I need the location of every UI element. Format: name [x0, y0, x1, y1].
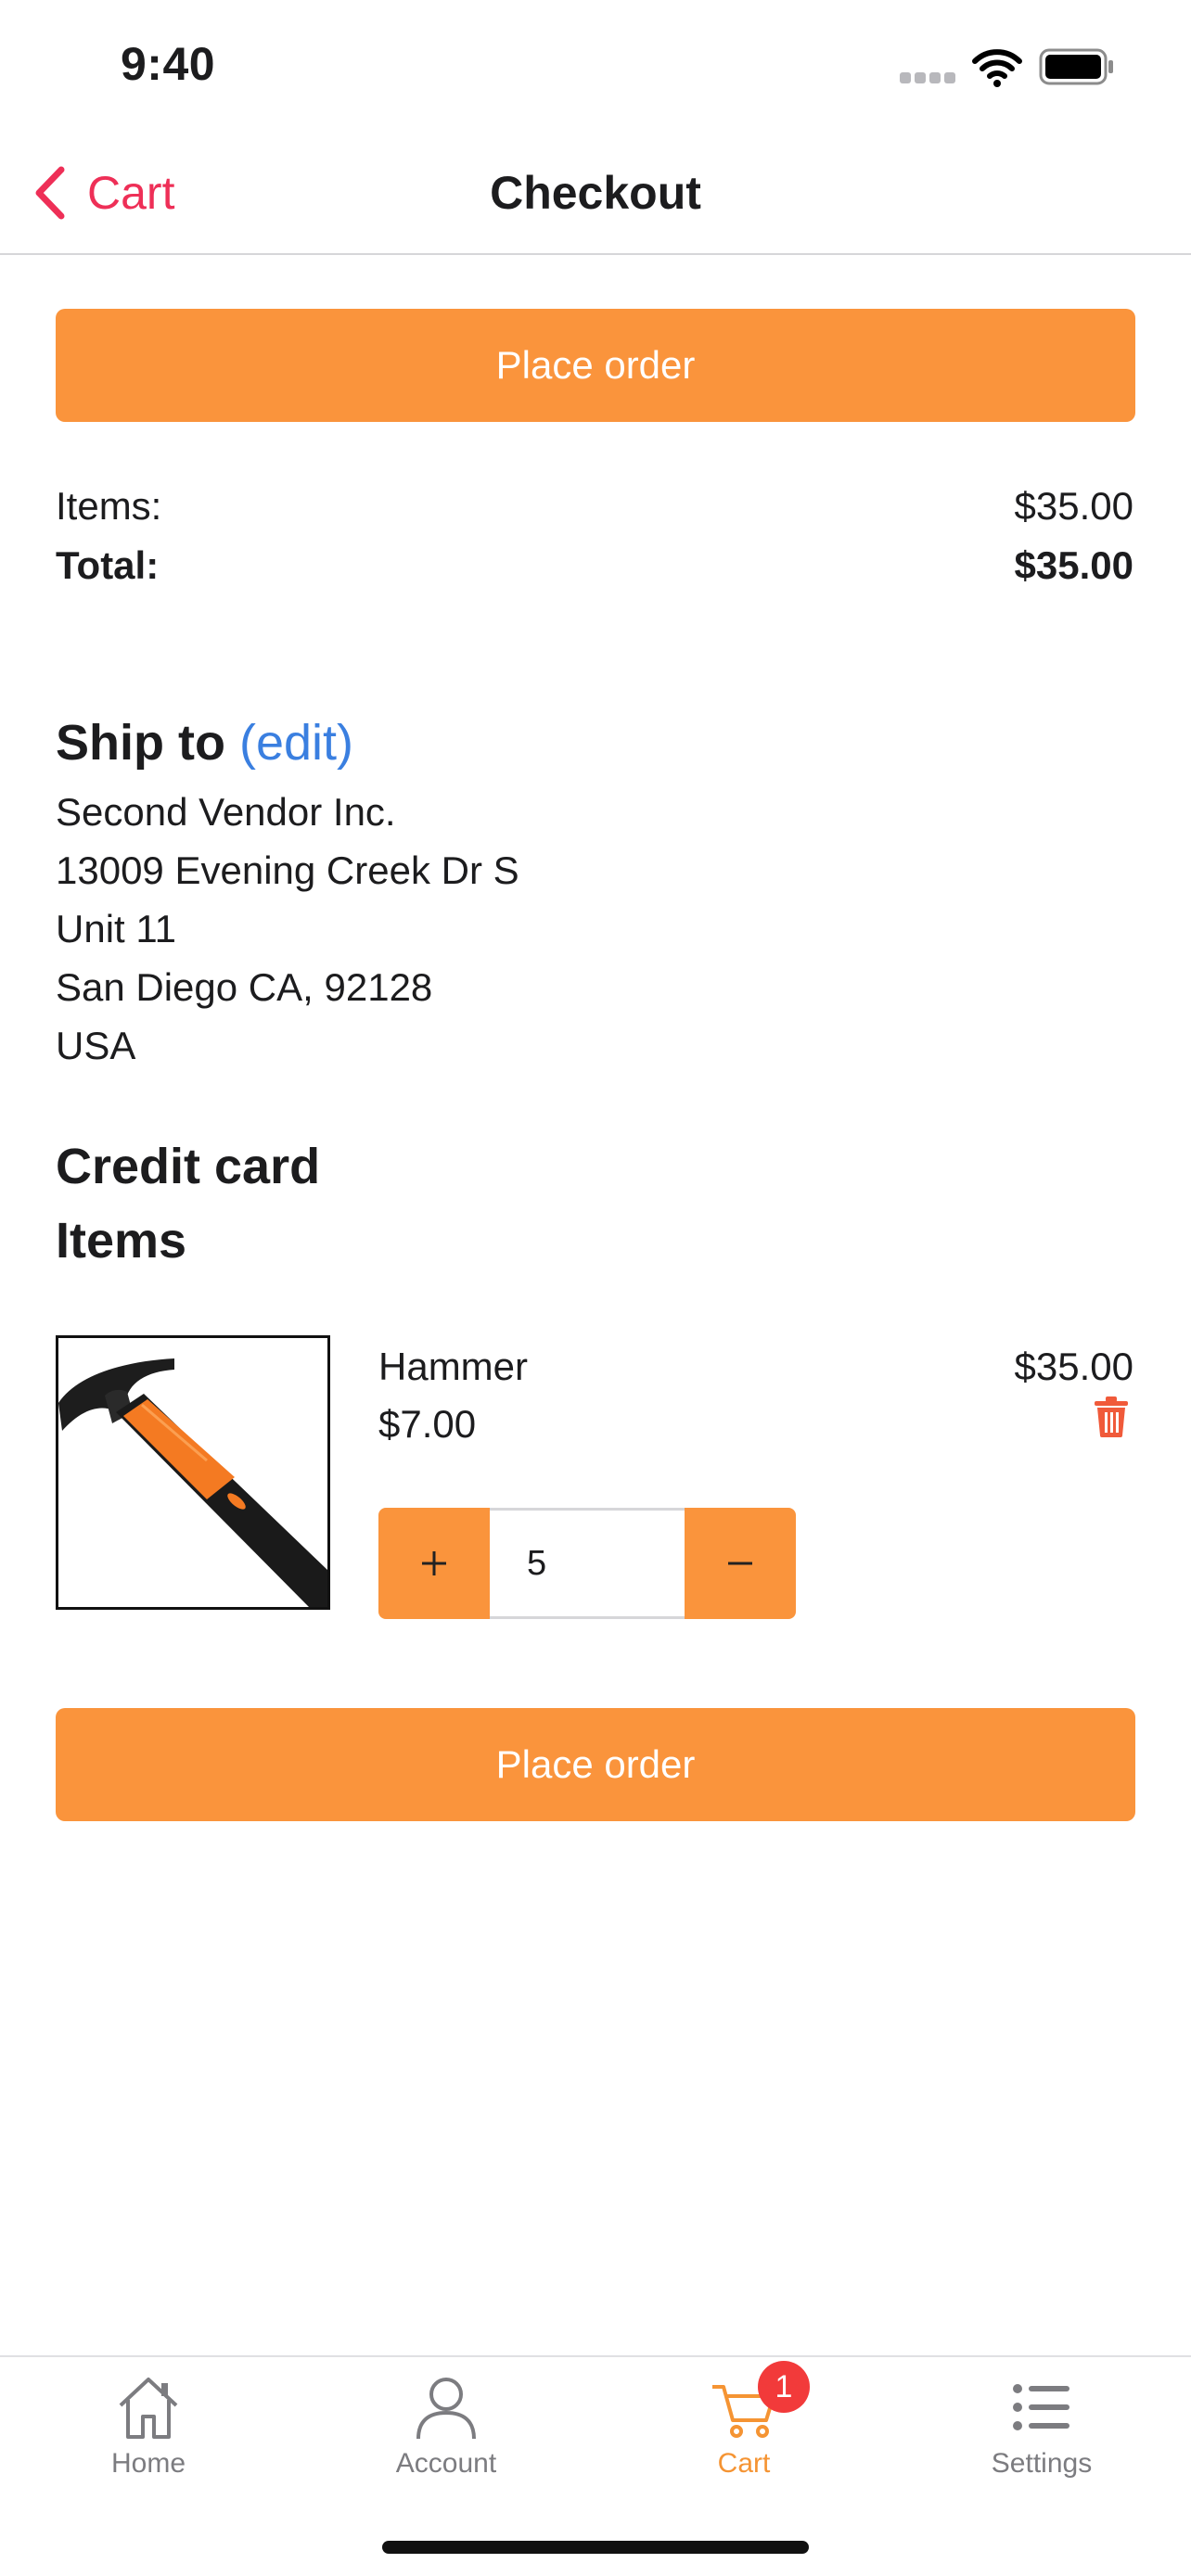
- person-icon: [416, 2378, 476, 2440]
- increment-button[interactable]: [378, 1508, 490, 1619]
- chevron-left-icon: [35, 166, 65, 220]
- house-icon: [119, 2378, 178, 2439]
- ship-to-title: Ship to: [56, 715, 225, 771]
- address-line: San Diego CA, 92128: [56, 965, 433, 1009]
- quantity-input[interactable]: 5: [490, 1508, 685, 1619]
- credit-card-heading: Credit card: [56, 1139, 321, 1194]
- delete-item-button[interactable]: [1095, 1396, 1132, 1437]
- tab-account-label: Account: [395, 2448, 497, 2479]
- cart-badge: 1: [758, 2361, 810, 2413]
- place-order-button-bottom[interactable]: Place order: [56, 1708, 1135, 1821]
- tab-account[interactable]: Account: [353, 2374, 539, 2494]
- decrement-button[interactable]: [685, 1508, 796, 1619]
- plus-icon: [422, 1551, 446, 1575]
- wifi-icon: [972, 48, 1022, 87]
- list-icon: [1013, 2384, 1069, 2430]
- total-label: Total:: [56, 543, 160, 587]
- trash-icon: [1095, 1396, 1128, 1437]
- tab-home-label: Home: [110, 2448, 186, 2479]
- hammer-image: [56, 1335, 330, 1610]
- cellular-signal-icon: [900, 72, 957, 83]
- edit-address-link[interactable]: (edit): [239, 715, 353, 771]
- address-line: Unit 11: [56, 907, 176, 950]
- page-title: Checkout: [490, 167, 701, 219]
- address-line: Second Vendor Inc.: [56, 790, 396, 834]
- tab-settings-label: Settings: [991, 2448, 1093, 2479]
- tab-home[interactable]: Home: [56, 2374, 241, 2494]
- item-line-total: $35.00: [1014, 1345, 1133, 1388]
- item-unit-price: $7.00: [378, 1402, 477, 1446]
- battery-icon: [1039, 48, 1115, 85]
- minus-icon: [728, 1562, 752, 1565]
- home-indicator[interactable]: [382, 2541, 809, 2554]
- items-label: Items:: [56, 484, 162, 528]
- items-value: $35.00: [1014, 484, 1133, 528]
- status-time: 9:40: [121, 38, 216, 90]
- back-label: Cart: [87, 167, 175, 219]
- quantity-stepper[interactable]: 5: [378, 1508, 796, 1619]
- tab-cart[interactable]: 1 Cart: [651, 2361, 837, 2494]
- address-line: USA: [56, 1024, 136, 1067]
- tab-bar-divider: [0, 2355, 1191, 2357]
- tab-settings[interactable]: Settings: [949, 2374, 1134, 2494]
- address-line: 13009 Evening Creek Dr S: [56, 848, 519, 892]
- tab-cart-label: Cart: [717, 2448, 771, 2479]
- place-order-button-top[interactable]: Place order: [56, 309, 1135, 422]
- back-button[interactable]: Cart: [33, 163, 174, 223]
- total-value: $35.00: [1014, 543, 1133, 587]
- items-heading: Items: [56, 1213, 187, 1269]
- ship-to-heading: Ship to (edit): [56, 714, 353, 772]
- nav-divider: [0, 253, 1191, 255]
- item-name: Hammer: [378, 1345, 529, 1388]
